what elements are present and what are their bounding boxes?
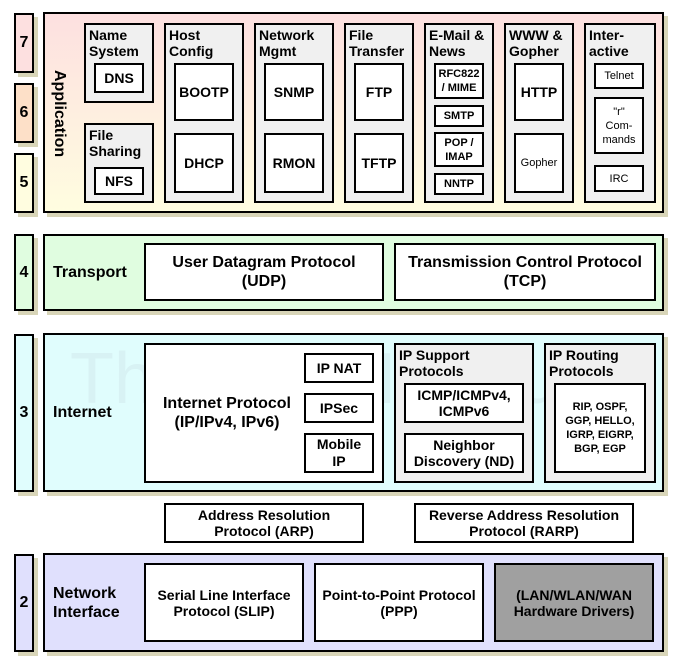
protocol-slip: Serial Line Interface Protocol (SLIP) (144, 563, 304, 642)
protocol-arp: Address Resolution Protocol (ARP) (164, 503, 364, 543)
protocol-dns: DNS (94, 63, 144, 93)
protocol-ipsec: IPSec (304, 393, 374, 423)
protocol-udp: User Datagram Protocol (UDP) (144, 243, 384, 301)
layer-number-7: 7 (14, 13, 34, 73)
group-title: IP Routing Protocols (549, 347, 619, 379)
group-title: WWW & Gopher (509, 27, 563, 59)
internet-label: Internet (53, 403, 112, 421)
protocol-nfs: NFS (94, 167, 144, 195)
network-interface-label: Network Interface (53, 584, 120, 621)
transport-label: Transport (53, 263, 127, 281)
group-title: IP Support Protocols (399, 347, 470, 379)
protocol-bootp: BOOTP (174, 63, 234, 121)
group-title: Host Config (169, 27, 214, 59)
group-title: Network Mgmt (259, 27, 315, 59)
protocol-snmp: SNMP (264, 63, 324, 121)
group-title: Name System (89, 27, 139, 59)
protocol-ip: Internet Protocol (IP/IPv4, IPv6) (162, 395, 291, 431)
protocol-rfc822-mime: RFC822 / MIME (434, 63, 484, 99)
group-title: File Sharing (89, 127, 142, 159)
protocol-dhcp: DHCP (174, 133, 234, 193)
group-title: File Transfer (349, 27, 405, 59)
group-title: Inter- active (589, 27, 629, 59)
protocol-gopher: Gopher (514, 133, 564, 193)
protocol-neighbor-discovery: Neighbor Discovery (ND) (404, 433, 524, 473)
layer-number-6: 6 (14, 83, 34, 143)
layer-number-5: 5 (14, 153, 34, 213)
layer-number-4: 4 (14, 234, 34, 311)
protocol-routing-list: RIP, OSPF, GGP, HELLO, IGRP, EIGRP, BGP,… (554, 383, 646, 473)
protocol-ip-nat: IP NAT (304, 353, 374, 383)
protocol-rmon: RMON (264, 133, 324, 193)
protocol-smtp: SMTP (434, 105, 484, 127)
protocol-nntp: NNTP (434, 173, 484, 195)
protocol-ftp: FTP (354, 63, 404, 121)
protocol-r-commands: "r" Com- mands (594, 97, 644, 154)
protocol-http: HTTP (514, 63, 564, 121)
protocol-telnet: Telnet (594, 63, 644, 89)
protocol-ppp: Point-to-Point Protocol (PPP) (314, 563, 484, 642)
protocol-tcp: Transmission Control Protocol (TCP) (394, 243, 656, 301)
application-label: Application (51, 70, 68, 158)
protocol-rarp: Reverse Address Resolution Protocol (RAR… (414, 503, 634, 543)
protocol-irc: IRC (594, 165, 644, 192)
protocol-icmp: ICMP/ICMPv4, ICMPv6 (404, 383, 524, 423)
protocol-pop-imap: POP / IMAP (434, 132, 484, 167)
hardware-drivers: (LAN/WLAN/WAN Hardware Drivers) (494, 563, 654, 642)
protocol-mobile-ip: Mobile IP (304, 433, 374, 473)
protocol-tftp: TFTP (354, 133, 404, 193)
layer-number-2: 2 (14, 554, 34, 652)
group-title: E-Mail & News (429, 27, 485, 59)
layer-number-3: 3 (14, 334, 34, 492)
